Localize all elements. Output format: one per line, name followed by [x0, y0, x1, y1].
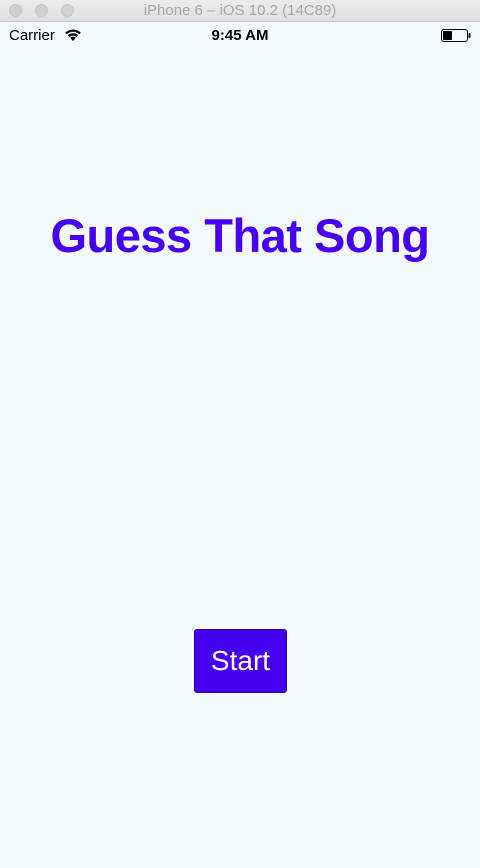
- start-button[interactable]: Start: [194, 629, 287, 693]
- battery-icon: [441, 29, 471, 42]
- window-titlebar: iPhone 6 – iOS 10.2 (14C89): [0, 0, 480, 22]
- app-title: Guess That Song: [50, 209, 431, 262]
- window-title: iPhone 6 – iOS 10.2 (14C89): [143, 2, 337, 19]
- status-time: 9:45 AM: [211, 27, 269, 44]
- simulator-window: iPhone 6 – iOS 10.2 (14C89) Carrier 9:45…: [0, 0, 480, 868]
- status-bar: Carrier 9:45 AM: [0, 22, 480, 50]
